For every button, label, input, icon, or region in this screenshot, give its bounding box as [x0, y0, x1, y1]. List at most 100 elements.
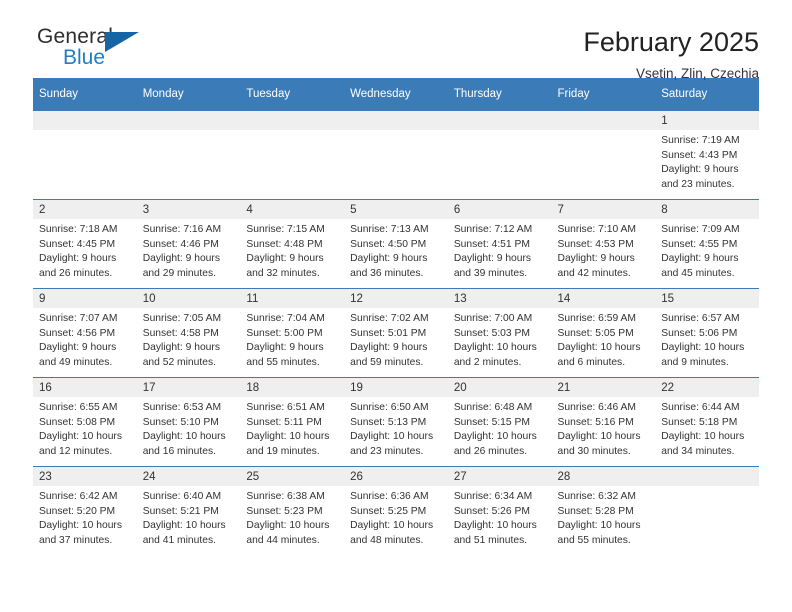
- daylight-text: Daylight: 10 hours and 9 minutes.: [661, 342, 745, 368]
- day-number: 14: [551, 289, 656, 308]
- title-block: February 2025 Vsetin, Zlin, Czechia: [583, 26, 759, 84]
- calendar-day-cell[interactable]: 20 Sunrise: 6:48 AM Sunset: 5:15 PM Dayligh…: [447, 377, 552, 467]
- sunrise-text: Sunrise: 6:42 AM: [39, 491, 118, 502]
- sunrise-text: Sunrise: 7:07 AM: [39, 313, 118, 324]
- day-details: Sunrise: 6:51 AM Sunset: 5:11 PM Daylight:…: [240, 397, 344, 459]
- daylight-text: Daylight: 10 hours and 44 minutes.: [246, 520, 330, 546]
- calendar-day-cell[interactable]: 24 Sunrise: 6:40 AM Sunset: 5:21 PM Dayligh…: [136, 466, 241, 555]
- calendar-day-cell[interactable]: 18 Sunrise: 6:51 AM Sunset: 5:11 PM Dayligh…: [240, 377, 345, 467]
- calendar-day-cell[interactable]: 27 Sunrise: 6:34 AM Sunset: 5:26 PM Dayligh…: [447, 466, 552, 555]
- calendar-day-cell[interactable]: 6 Sunrise: 7:12 AM Sunset: 4:51 PM Daylight…: [447, 199, 552, 289]
- daylight-text: Daylight: 9 hours and 32 minutes.: [246, 253, 324, 279]
- calendar-day-cell[interactable]: 12 Sunrise: 7:02 AM Sunset: 5:01 PM Dayligh…: [344, 288, 448, 378]
- daylight-text: Daylight: 10 hours and 41 minutes.: [142, 520, 226, 546]
- sunrise-text: Sunrise: 6:59 AM: [557, 313, 636, 324]
- calendar-day-cell[interactable]: 13 Sunrise: 7:00 AM Sunset: 5:03 PM Dayligh…: [447, 288, 552, 378]
- sunset-text: Sunset: 5:21 PM: [142, 505, 219, 517]
- calendar-day-cell[interactable]: 23 Sunrise: 6:42 AM Sunset: 5:20 PM Dayligh…: [33, 466, 137, 555]
- day-details: Sunrise: 6:40 AM Sunset: 5:21 PM Daylight:…: [137, 486, 241, 548]
- sunset-text: Sunset: 4:43 PM: [661, 149, 738, 161]
- column-header-tuesday: Tuesday: [240, 78, 345, 111]
- calendar-day-cell[interactable]: 14 Sunrise: 6:59 AM Sunset: 5:05 PM Dayligh…: [551, 288, 656, 378]
- day-number: [551, 111, 656, 130]
- day-number: 6: [447, 200, 552, 219]
- day-details: Sunrise: 6:42 AM Sunset: 5:20 PM Daylight:…: [33, 486, 137, 548]
- day-number: 25: [240, 467, 345, 486]
- calendar-day-cell[interactable]: 4 Sunrise: 7:15 AM Sunset: 4:48 PM Daylight…: [240, 199, 345, 289]
- calendar-day-cell[interactable]: 22 Sunrise: 6:44 AM Sunset: 5:18 PM Dayligh…: [655, 377, 759, 467]
- sunset-text: Sunset: 5:15 PM: [453, 416, 530, 428]
- calendar-day-cell[interactable]: 9 Sunrise: 7:07 AM Sunset: 4:56 PM Daylight…: [33, 288, 137, 378]
- daylight-text: Daylight: 10 hours and 51 minutes.: [453, 520, 537, 546]
- daylight-text: Daylight: 9 hours and 29 minutes.: [142, 253, 220, 279]
- daylight-text: Daylight: 10 hours and 26 minutes.: [453, 431, 537, 457]
- daylight-text: Daylight: 9 hours and 52 minutes.: [142, 342, 220, 368]
- sunset-text: Sunset: 5:08 PM: [39, 416, 116, 428]
- day-number: [655, 467, 759, 486]
- calendar-day-cell[interactable]: 16 Sunrise: 6:55 AM Sunset: 5:08 PM Dayligh…: [33, 377, 137, 467]
- sunrise-text: Sunrise: 6:40 AM: [142, 491, 222, 502]
- day-cell-content: 20 Sunrise: 6:48 AM Sunset: 5:15 PM Dayligh…: [447, 378, 552, 466]
- day-number: [33, 111, 137, 130]
- day-cell-content: [33, 111, 137, 199]
- calendar-week-row: 2 Sunrise: 7:18 AM Sunset: 4:45 PM Daylight…: [33, 199, 759, 289]
- day-number: 15: [655, 289, 759, 308]
- calendar-day-cell[interactable]: 10 Sunrise: 7:05 AM Sunset: 4:58 PM Dayligh…: [136, 288, 241, 378]
- day-number: 20: [447, 378, 552, 397]
- calendar-day-cell[interactable]: 5 Sunrise: 7:13 AM Sunset: 4:50 PM Daylight…: [344, 199, 448, 289]
- sunset-text: Sunset: 4:46 PM: [142, 238, 219, 250]
- day-details: Sunrise: 6:57 AM Sunset: 5:06 PM Daylight:…: [655, 308, 759, 370]
- sunrise-text: Sunrise: 6:34 AM: [453, 491, 533, 502]
- calendar-day-cell[interactable]: 1 Sunrise: 7:19 AM Sunset: 4:43 PM Daylight…: [655, 110, 759, 200]
- sunset-text: Sunset: 5:23 PM: [246, 505, 323, 517]
- daylight-text: Daylight: 9 hours and 49 minutes.: [39, 342, 117, 368]
- day-number: 19: [344, 378, 448, 397]
- day-number: [344, 111, 448, 130]
- day-details: Sunrise: 7:09 AM Sunset: 4:55 PM Daylight:…: [655, 219, 759, 281]
- day-details: [33, 130, 137, 134]
- calendar-day-cell[interactable]: 17 Sunrise: 6:53 AM Sunset: 5:10 PM Dayligh…: [136, 377, 241, 467]
- calendar-page: General Blue February 2025 Vsetin, Zlin,…: [0, 0, 792, 612]
- day-cell-content: [447, 111, 552, 199]
- calendar-day-cell[interactable]: 21 Sunrise: 6:46 AM Sunset: 5:16 PM Dayligh…: [551, 377, 656, 467]
- calendar-day-cell[interactable]: 28 Sunrise: 6:32 AM Sunset: 5:28 PM Dayligh…: [551, 466, 656, 555]
- calendar-day-cell[interactable]: 19 Sunrise: 6:50 AM Sunset: 5:13 PM Dayligh…: [344, 377, 448, 467]
- calendar-day-cell[interactable]: 7 Sunrise: 7:10 AM Sunset: 4:53 PM Daylight…: [551, 199, 656, 289]
- sunrise-text: Sunrise: 7:00 AM: [453, 313, 533, 324]
- sunset-text: Sunset: 4:58 PM: [142, 327, 219, 339]
- sunrise-text: Sunrise: 6:46 AM: [557, 402, 636, 413]
- daylight-text: Daylight: 9 hours and 36 minutes.: [350, 253, 428, 279]
- sunset-text: Sunset: 4:53 PM: [557, 238, 634, 250]
- calendar-day-cell[interactable]: 2 Sunrise: 7:18 AM Sunset: 4:45 PM Daylight…: [33, 199, 137, 289]
- sunrise-text: Sunrise: 7:19 AM: [661, 135, 740, 146]
- day-details: Sunrise: 7:19 AM Sunset: 4:43 PM Daylight:…: [655, 130, 759, 192]
- sunrise-text: Sunrise: 7:18 AM: [39, 224, 118, 235]
- calendar-day-cell[interactable]: 26 Sunrise: 6:36 AM Sunset: 5:25 PM Dayligh…: [344, 466, 448, 555]
- sunset-text: Sunset: 5:06 PM: [661, 327, 738, 339]
- daylight-text: Daylight: 9 hours and 23 minutes.: [661, 164, 739, 190]
- sunrise-text: Sunrise: 7:10 AM: [557, 224, 636, 235]
- page-header: General Blue February 2025 Vsetin, Zlin,…: [33, 0, 759, 82]
- calendar-empty-cell: [655, 466, 759, 555]
- day-number: 21: [551, 378, 656, 397]
- sunrise-text: Sunrise: 6:36 AM: [350, 491, 429, 502]
- day-cell-content: 16 Sunrise: 6:55 AM Sunset: 5:08 PM Dayligh…: [33, 378, 137, 466]
- calendar-day-cell[interactable]: 8 Sunrise: 7:09 AM Sunset: 4:55 PM Daylight…: [655, 199, 759, 289]
- day-number: 23: [33, 467, 137, 486]
- calendar-empty-cell: [136, 110, 241, 200]
- day-details: Sunrise: 7:15 AM Sunset: 4:48 PM Daylight:…: [240, 219, 344, 281]
- sunset-text: Sunset: 5:01 PM: [350, 327, 427, 339]
- calendar-day-cell[interactable]: 11 Sunrise: 7:04 AM Sunset: 5:00 PM Dayligh…: [240, 288, 345, 378]
- logo-general-blue[interactable]: General Blue: [33, 26, 167, 74]
- day-details: Sunrise: 7:13 AM Sunset: 4:50 PM Daylight:…: [344, 219, 448, 281]
- calendar-day-cell[interactable]: 3 Sunrise: 7:16 AM Sunset: 4:46 PM Daylight…: [136, 199, 241, 289]
- day-cell-content: 21 Sunrise: 6:46 AM Sunset: 5:16 PM Dayligh…: [551, 378, 656, 466]
- daylight-text: Daylight: 10 hours and 30 minutes.: [557, 431, 641, 457]
- calendar-day-cell[interactable]: 25 Sunrise: 6:38 AM Sunset: 5:23 PM Dayligh…: [240, 466, 345, 555]
- daylight-text: Daylight: 9 hours and 59 minutes.: [350, 342, 428, 368]
- calendar-day-cell[interactable]: 15 Sunrise: 6:57 AM Sunset: 5:06 PM Dayligh…: [655, 288, 759, 378]
- sunrise-text: Sunrise: 6:53 AM: [142, 402, 222, 413]
- sunset-text: Sunset: 4:56 PM: [39, 327, 116, 339]
- day-details: [344, 130, 448, 134]
- day-details: Sunrise: 6:32 AM Sunset: 5:28 PM Daylight:…: [552, 486, 656, 548]
